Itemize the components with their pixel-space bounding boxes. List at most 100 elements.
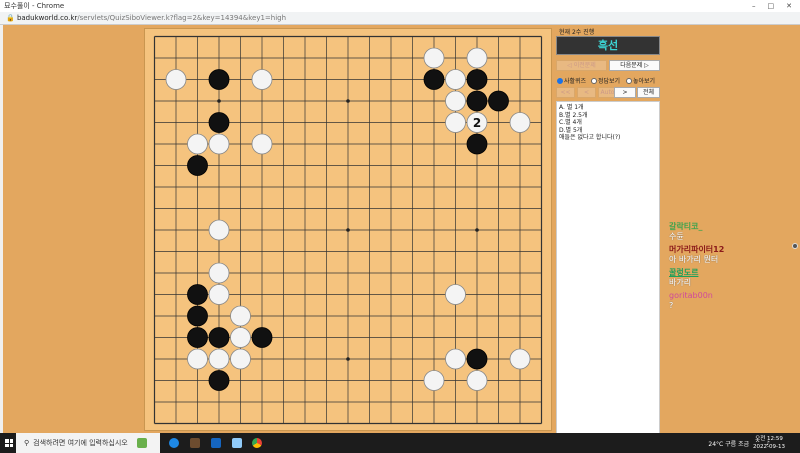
radio-play[interactable]: 놓아보기 [626, 76, 655, 85]
chat-nick: 갈락티코_ [669, 222, 703, 231]
black-stone [208, 69, 230, 90]
radio-label: 정답보기 [598, 78, 621, 85]
chat-nick: 꿀렁도르 [669, 268, 699, 277]
white-stone [251, 69, 273, 90]
url-host: badukworld.co.kr [16, 14, 78, 22]
turn-status: 흑선 [556, 36, 660, 55]
black-stone [208, 370, 230, 391]
answer-note: 애들은 없다고 합니다(?) [559, 134, 621, 141]
answer-option: D.별 5개 [559, 126, 583, 134]
black-stone [488, 90, 509, 112]
radio-indicator[interactable] [626, 77, 632, 84]
white-stone [251, 133, 273, 155]
time: 오전 12:59 [755, 436, 783, 442]
white-stone [445, 348, 466, 370]
radio-label: 사활퀴즈 [564, 78, 587, 85]
address-bar[interactable]: 🔒 badukworld.co.kr/servlets/QuizSiboView… [0, 12, 800, 25]
answer-option: B.별 2.5개 [559, 111, 588, 119]
window-title: 묘수풀이 - Chrome [4, 2, 65, 10]
white-stone [208, 219, 230, 241]
black-stone [466, 348, 488, 370]
title-bar: 묘수풀이 - Chrome – □ ✕ [0, 0, 800, 12]
white-stone [509, 348, 531, 370]
black-stone [208, 112, 230, 133]
white-stone [208, 284, 230, 305]
star-point [217, 99, 221, 103]
minecraft-icon[interactable] [190, 438, 200, 448]
white-stone [466, 47, 488, 69]
search-placeholder: 검색하려면 여기에 입력하십시오 [33, 439, 128, 447]
white-stone [230, 305, 251, 327]
radio-indicator[interactable] [557, 77, 563, 84]
chat-nick: goritab00n [669, 291, 713, 300]
white-stone [445, 284, 466, 305]
black-stone [187, 284, 208, 305]
prev-problem-button[interactable]: ◁ 이전문제 [556, 60, 607, 71]
white-stone [509, 112, 531, 133]
nav-first-button[interactable]: << [556, 87, 575, 98]
close-button[interactable]: ✕ [786, 2, 792, 10]
black-stone [187, 155, 208, 176]
white-stone [165, 69, 187, 90]
left-edge [0, 25, 3, 433]
next-problem-button[interactable]: 다음문제 ▷ [609, 60, 660, 71]
black-stone [466, 69, 488, 90]
radio-answer[interactable]: 정답보기 [591, 76, 620, 85]
star-point [346, 228, 350, 232]
taskbar: ⚲ 검색하려면 여기에 입력하십시오 24°C 구름 조금 ^ ♪ 오전 12:5… [0, 433, 800, 453]
search-icon: ⚲ [24, 439, 30, 447]
black-stone [187, 305, 208, 327]
white-stone [445, 69, 466, 90]
weather-widget-icon[interactable] [137, 438, 147, 448]
url-path: /servlets/QuizSiboViewer.k?flag=2&key=14… [77, 14, 287, 22]
nav-prev-button[interactable]: < [577, 87, 596, 98]
clock[interactable]: 오전 12:59 2022-09-13 [753, 435, 785, 451]
white-stone [208, 348, 230, 370]
board-svg[interactable]: 2 [145, 29, 553, 432]
radio-quiz[interactable]: 사활퀴즈 [557, 76, 586, 85]
lock-icon: 🔒 [6, 14, 17, 22]
chat-message: 바가리 [669, 278, 692, 287]
radio-label: 놓아보기 [633, 78, 656, 85]
white-stone [230, 327, 251, 348]
quiz-panel: 현재 2수 진행 흑선 ◁ 이전문제 다음문제 ▷ 사활퀴즈 정답보기 놓아보기… [553, 25, 663, 435]
notes-icon[interactable] [232, 438, 242, 448]
edge-icon[interactable] [169, 438, 179, 448]
white-stone [187, 133, 208, 155]
star-point [475, 228, 479, 232]
vscode-icon[interactable] [211, 438, 221, 448]
go-board[interactable]: 2 [144, 28, 552, 431]
answer-option: A. 별 1개 [559, 104, 584, 111]
windows-start-icon[interactable] [5, 439, 13, 447]
maximize-button[interactable]: □ [768, 2, 775, 10]
white-stone [445, 90, 466, 112]
nav-all-button[interactable]: 전체 [637, 87, 660, 98]
chat-nick: 머가리파이터12 [669, 245, 725, 254]
minimize-button[interactable]: – [752, 2, 756, 10]
star-point [346, 357, 350, 361]
answer-option: C.별 4개 [559, 119, 582, 126]
weather-status[interactable]: 24°C 구름 조금 [708, 439, 749, 448]
black-stone [466, 133, 488, 155]
white-stone [423, 47, 445, 69]
white-stone [208, 262, 230, 284]
user-icon [792, 243, 798, 249]
black-stone [423, 69, 445, 90]
white-stone [230, 348, 251, 370]
answer-box: A. 별 1개 B.별 2.5개 C.별 4개 D.별 5개 애들은 없다고 합… [556, 101, 660, 434]
chat-message: 아 바가리 뭔터 [669, 255, 719, 264]
black-stone [187, 327, 208, 348]
nav-next-button[interactable]: > [614, 87, 636, 98]
chrome-icon[interactable] [252, 438, 262, 448]
radio-indicator[interactable] [591, 77, 597, 84]
star-point [346, 99, 350, 103]
move-number-label: 2 [473, 116, 481, 130]
white-stone [445, 112, 466, 133]
chat-message: 수듄 [669, 232, 684, 241]
black-stone [466, 90, 488, 112]
white-stone [423, 370, 445, 391]
black-stone [208, 327, 230, 348]
chat-message: ? [669, 301, 674, 310]
date: 2022-09-13 [753, 444, 785, 450]
chat-overlay: 갈락티코_ 수듄 머가리파이터12 아 바가리 뭔터 꿀렁도르 바가리 gori… [669, 222, 799, 311]
